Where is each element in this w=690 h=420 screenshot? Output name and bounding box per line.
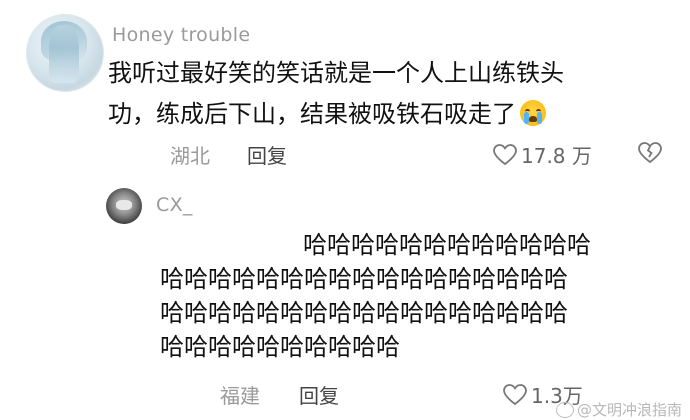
avatar[interactable] xyxy=(26,14,104,92)
watermark-text: @文明冲浪指南 xyxy=(576,401,682,419)
reply-text-line: 哈哈哈哈哈哈哈哈哈哈 xyxy=(160,333,400,361)
reply-text-line: 哈哈哈哈哈哈哈哈哈哈哈哈哈哈哈哈哈 xyxy=(160,299,568,327)
reply-location: 福建 xyxy=(220,384,260,408)
crying-emoji-icon xyxy=(520,100,546,126)
like-button[interactable]: 17.8 万 xyxy=(493,140,592,169)
broken-heart-icon[interactable] xyxy=(638,142,662,164)
emoji-tear xyxy=(537,112,542,124)
comment-text-line-2: 功，练成后下山，结果被吸铁石吸走了 xyxy=(108,94,546,135)
reply-text-line: 哈哈哈哈哈哈哈哈哈哈哈哈哈哈哈哈哈 xyxy=(160,265,568,293)
heart-icon xyxy=(493,143,517,165)
comment-username[interactable]: Honey trouble xyxy=(112,24,250,46)
comment-text-content: 功，练成后下山，结果被吸铁石吸走了 xyxy=(108,100,516,128)
avatar-detail xyxy=(116,200,132,210)
reply-reply-button[interactable]: 回复 xyxy=(299,380,339,409)
watermark: @文明冲浪指南 xyxy=(555,399,682,420)
reply-text-line: 哈哈哈哈哈哈哈哈哈哈哈哈 xyxy=(303,231,591,259)
comment-location: 湖北 xyxy=(170,144,210,168)
reply-button[interactable]: 回复 xyxy=(247,140,287,169)
comment-text-line: 我听过最好笑的笑话就是一个人上山练铁头 xyxy=(108,59,564,87)
like-count: 17.8 万 xyxy=(521,144,592,168)
heart-icon xyxy=(503,383,527,405)
emoji-mouth xyxy=(529,116,537,122)
reply-avatar[interactable] xyxy=(106,188,142,224)
weibo-logo-icon xyxy=(555,401,574,418)
reply-username[interactable]: CX_ xyxy=(156,194,193,216)
avatar-figure xyxy=(49,25,79,83)
